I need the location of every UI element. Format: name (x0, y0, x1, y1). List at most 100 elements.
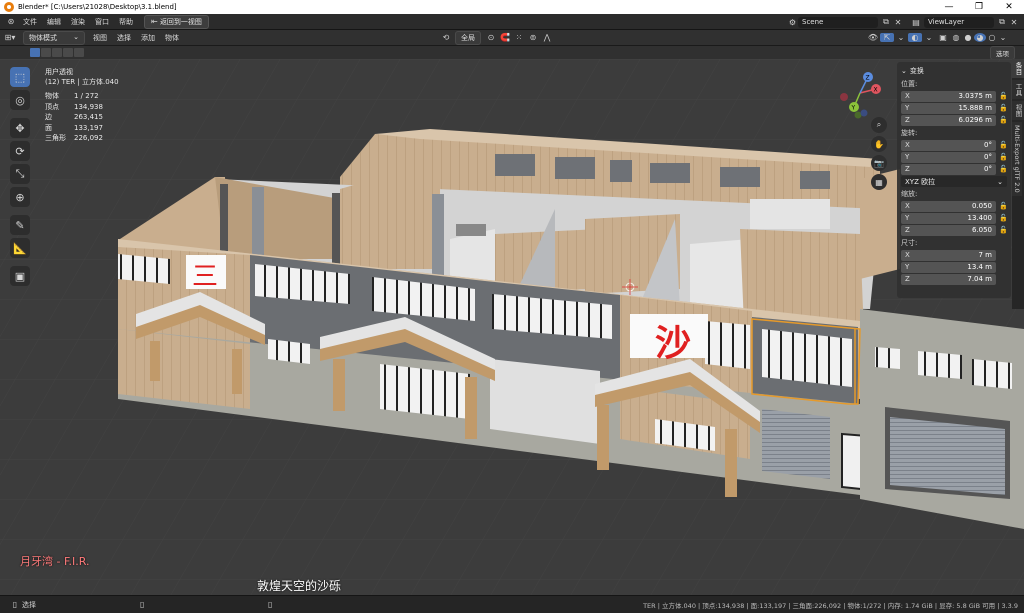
pivot-icon[interactable]: ⊙ (484, 33, 498, 42)
options-dropdown[interactable]: 选项 (990, 45, 1015, 60)
navigation-gizmo[interactable]: X Y Z (834, 67, 886, 119)
solid-shading-icon[interactable]: ● (962, 33, 974, 42)
dimensions-y-field[interactable]: Y 13.4 m (901, 261, 996, 273)
material-shading-icon[interactable]: ◕ (974, 33, 986, 42)
selection-mode-subtract-icon[interactable] (52, 48, 62, 57)
transform-tool-icon[interactable]: ⊕ (10, 187, 30, 207)
dimensions-z-field[interactable]: Z 7.04 m (901, 273, 996, 285)
rotation-z-field[interactable]: Z 0° (901, 163, 996, 175)
selection-mode-intersect-icon[interactable] (74, 48, 84, 57)
annotate-tool-icon[interactable]: ✎ (10, 215, 30, 235)
move-tool-icon[interactable]: ✥ (10, 118, 30, 138)
selection-mode-extend-icon[interactable] (41, 48, 51, 57)
selection-mode-new-icon[interactable] (30, 48, 40, 57)
tab-multi-export[interactable]: Multi-Export glTF 2.0 (1012, 122, 1022, 196)
menu-render[interactable]: 渲染 (66, 17, 90, 27)
rotate-tool-icon[interactable]: ⟳ (10, 141, 30, 161)
scale-tool-icon[interactable]: ⤡ (10, 164, 30, 184)
rotation-mode-dropdown[interactable]: XYZ 欧拉 ⌄ (901, 176, 1007, 187)
rotation-x-field[interactable]: X 0° (901, 139, 996, 151)
zoom-icon[interactable]: ⌕ (871, 117, 887, 133)
gizmo-menu-icon[interactable]: ⌄ (894, 33, 908, 42)
rendered-shading-icon[interactable]: ○ (986, 33, 998, 42)
cursor-tool-icon[interactable]: ◎ (10, 90, 30, 110)
shading-menu-icon[interactable]: ⌄ (998, 33, 1008, 42)
sidebar-transform-panel: ⌄ 变换 位置: X 3.0375 m 🔓 Y 15.888 m 🔓 Z 6.0296 m… (897, 62, 1011, 298)
add-cube-tool-icon[interactable]: ▣ (10, 266, 30, 286)
scale-y-field[interactable]: Y 13.400 (901, 212, 996, 224)
delete-scene-icon[interactable]: ✕ (892, 18, 904, 27)
rotation-label: 旋转: (901, 129, 918, 137)
delete-view-layer-icon[interactable]: ✕ (1008, 18, 1020, 27)
scale-z-field[interactable]: Z 6.050 (901, 224, 996, 236)
lock-icon[interactable]: 🔓 (999, 226, 1008, 234)
lock-icon[interactable]: 🔓 (999, 116, 1008, 124)
editor-type-icon[interactable]: ⊞▾ (0, 33, 20, 42)
orientation-dropdown[interactable]: 全局 (455, 30, 481, 45)
proportional-edit-icon[interactable]: ⊚ (526, 33, 540, 42)
back-to-previous-button[interactable]: ⇤ 返回到一视图 (144, 14, 209, 29)
sidebar-tabs: 条目 工具 视图 Multi-Export glTF 2.0 (1012, 59, 1024, 309)
snap-target-icon[interactable]: ⁙ (512, 33, 526, 42)
perspective-grid-icon[interactable]: ▦ (871, 174, 887, 190)
header-object[interactable]: 物体 (160, 33, 184, 43)
right-building (860, 309, 1024, 529)
scene-icon[interactable]: ⚙ (789, 18, 796, 27)
orientation-icon[interactable]: ⟲ (440, 33, 452, 42)
lock-icon[interactable]: 🔓 (999, 92, 1008, 100)
minimize-icon[interactable]: — (934, 2, 964, 12)
scale-y-row: Y 13.400 🔓 (901, 212, 1008, 224)
scene-field[interactable]: Scene (798, 16, 878, 28)
location-y-field[interactable]: Y 15.888 m (901, 102, 996, 114)
menu-help[interactable]: 帮助 (114, 17, 138, 27)
3d-viewport[interactable]: 三 沙 ⬚ ◎ ✥ ⟳ ⤡ ⊕ ✎ 📐 ▣ 用户透视 (12) TER | 立方… (0, 59, 1024, 595)
transform-section-header[interactable]: ⌄ 变换 (901, 64, 1007, 77)
falloff-icon[interactable]: ⋀ (540, 33, 554, 42)
scale-x-field[interactable]: X 0.050 (901, 200, 996, 212)
blender-menu-icon[interactable]: ⊛ (4, 17, 18, 26)
tab-tool[interactable]: 工具 (1012, 80, 1024, 99)
stat-row: 三角形 226,092 (45, 134, 103, 142)
lock-icon[interactable]: 🔓 (999, 141, 1008, 149)
blender-logo-icon (4, 2, 14, 12)
camera-icon[interactable]: 📷 (871, 155, 887, 171)
svg-text:Y: Y (851, 105, 856, 112)
gizmo-toggle-icon[interactable]: ⇱ (880, 33, 894, 42)
close-icon[interactable]: ✕ (994, 2, 1024, 12)
lock-icon[interactable]: 🔓 (999, 202, 1008, 210)
wireframe-shading-icon[interactable]: ◍ (950, 33, 962, 42)
location-x-field[interactable]: X 3.0375 m (901, 90, 996, 102)
visibility-icon[interactable]: 👁 (866, 33, 880, 42)
location-z-field[interactable]: Z 6.0296 m (901, 114, 996, 126)
header-view[interactable]: 视图 (88, 33, 112, 43)
new-view-layer-icon[interactable]: ⧉ (996, 17, 1008, 27)
lock-icon[interactable]: 🔓 (999, 104, 1008, 112)
select-box-tool-icon[interactable]: ⬚ (10, 67, 30, 87)
rotation-y-field[interactable]: Y 0° (901, 151, 996, 163)
view-layer-icon[interactable]: ▤ (910, 18, 922, 27)
header-add[interactable]: 添加 (136, 33, 160, 43)
dimensions-x-field[interactable]: X7 m (901, 249, 996, 261)
overlay-toggle-icon[interactable]: ◐ (908, 33, 922, 42)
measure-tool-icon[interactable]: 📐 (10, 238, 30, 258)
tab-item[interactable]: 条目 (1012, 59, 1024, 78)
overlay-menu-icon[interactable]: ⌄ (922, 33, 936, 42)
new-scene-icon[interactable]: ⧉ (880, 17, 892, 27)
snap-icon[interactable]: 🧲 (498, 33, 512, 42)
selection-mode-invert-icon[interactable] (63, 48, 73, 57)
lock-icon[interactable]: 🔓 (999, 153, 1008, 161)
pan-hand-icon[interactable]: ✋ (871, 136, 887, 152)
scene-selectors: ⚙ Scene ⧉ ✕ ▤ ViewLayer ⧉ ✕ (789, 14, 1024, 30)
maximize-icon[interactable]: ❐ (964, 2, 994, 12)
xray-icon[interactable]: ▣ (936, 33, 950, 42)
lock-icon[interactable]: 🔓 (999, 214, 1008, 222)
mouse-middle-icon: ▯ (140, 600, 145, 609)
tab-view[interactable]: 视图 (1012, 101, 1024, 120)
view-layer-field[interactable]: ViewLayer (924, 16, 994, 28)
header-select[interactable]: 选择 (112, 33, 136, 43)
menu-file[interactable]: 文件 (18, 17, 42, 27)
mode-dropdown[interactable]: 物体模式 ⌄ (23, 30, 85, 45)
menu-edit[interactable]: 编辑 (42, 17, 66, 27)
lock-icon[interactable]: 🔓 (999, 165, 1008, 173)
menu-window[interactable]: 窗口 (90, 17, 114, 27)
